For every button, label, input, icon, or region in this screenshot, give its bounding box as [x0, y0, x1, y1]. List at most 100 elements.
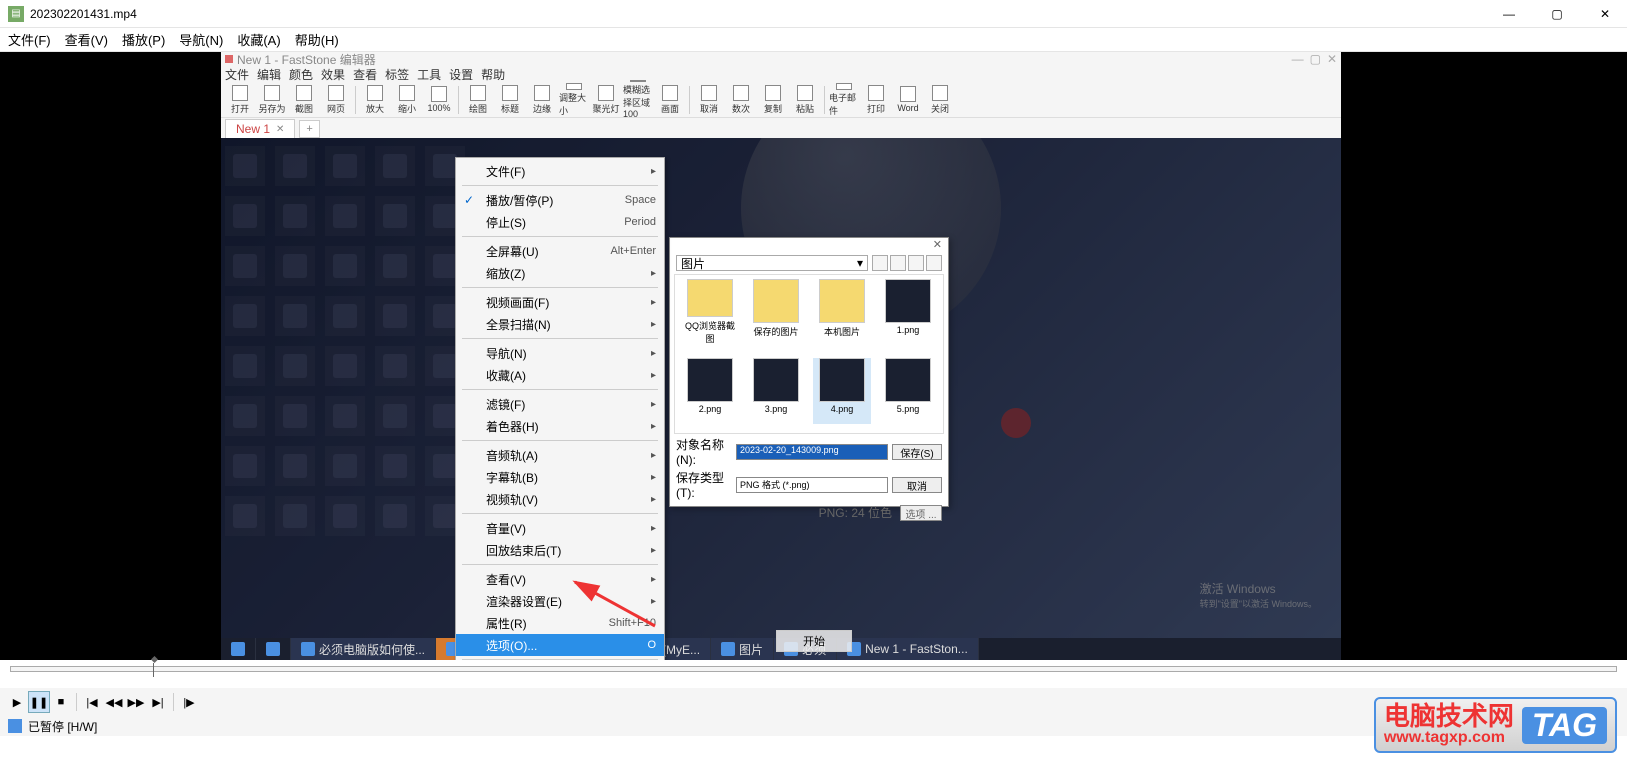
toolbar-item: 网页 — [321, 83, 351, 117]
menu-item[interactable]: 全景扫描(N)▸ — [456, 313, 664, 335]
minimize-button[interactable]: — — [1495, 4, 1523, 24]
inner-min-icon: — — [1292, 52, 1304, 66]
menu-item[interactable]: 视频轨(V)▸ — [456, 488, 664, 510]
toolbar-item: 打开 — [225, 83, 255, 117]
menu-item[interactable]: 查看(V)▸ — [456, 568, 664, 590]
toolbar-item: 数次 — [726, 83, 756, 117]
rewind-button[interactable]: ◀◀ — [103, 691, 125, 713]
taskbar-item: 图片 — [711, 638, 774, 660]
prev-start-button[interactable]: |◀ — [81, 691, 103, 713]
seek-playhead[interactable] — [153, 663, 154, 677]
forward-button[interactable]: ▶▶ — [125, 691, 147, 713]
toolbar-item: 电子邮件 — [829, 83, 859, 117]
menu-item[interactable]: 字幕轨(B)▸ — [456, 466, 664, 488]
seekbar[interactable] — [0, 660, 1627, 688]
tab-new-1: New 1 ✕ — [225, 119, 295, 138]
filetype-combo: PNG 格式 (*.png) — [736, 477, 888, 493]
pause-button[interactable]: ❚❚ — [28, 691, 50, 713]
menu-file[interactable]: 文件(F) — [8, 30, 51, 49]
menu-fav[interactable]: 收藏(A) — [237, 30, 280, 49]
inner-menu-4: 查看 — [353, 66, 377, 83]
seek-track[interactable] — [10, 666, 1617, 672]
file-item: 1.png — [879, 279, 937, 345]
taskbar-item — [256, 638, 291, 660]
toolbar-item: 另存为 — [257, 83, 287, 117]
menu-item[interactable]: 缩放(Z)▸ — [456, 262, 664, 284]
dialog-bottom: 对象名称(N): 2023-02-20_143009.png 保存(S) 保存类… — [670, 434, 948, 502]
png-info: PNG: 24 位色 — [819, 504, 892, 521]
filename-input: 2023-02-20_143009.png — [736, 444, 888, 460]
menu-view[interactable]: 查看(V) — [65, 30, 108, 49]
file-item: 5.png — [879, 358, 937, 424]
inner-app-icon — [225, 55, 233, 63]
inner-menu-6: 工具 — [417, 66, 441, 83]
nav-btn-3 — [908, 255, 924, 271]
menu-item[interactable]: 滤镜(F)▸ — [456, 393, 664, 415]
menu-item[interactable]: 停止(S)Period — [456, 211, 664, 233]
menu-item[interactable]: 属性(R)Shift+F10 — [456, 612, 664, 634]
file-item: QQ浏览器截图 — [681, 279, 739, 345]
framestep-button[interactable]: |▶ — [178, 691, 200, 713]
menu-item[interactable]: 音量(V)▸ — [456, 517, 664, 539]
stop-button[interactable]: ■ — [50, 691, 72, 713]
inner-menu-3: 效果 — [321, 66, 345, 83]
tab-label: New 1 — [236, 122, 270, 136]
toolbar-item: 粘贴 — [790, 83, 820, 117]
play-button[interactable]: ▶ — [6, 691, 28, 713]
status-text: 已暂停 [H/W] — [28, 718, 97, 735]
menu-item[interactable]: 选项(O)...O — [456, 634, 664, 656]
dialog-top: 图片▾ — [670, 252, 948, 274]
file-save-dialog: ✕ 图片▾ QQ浏览器截图保存的图片本机图片1.png2.png3.png4.p… — [669, 237, 949, 507]
menu-play[interactable]: 播放(P) — [122, 30, 165, 49]
inner-menubar: 文件 编辑 颜色 效果 查看 标签 工具 设置 帮助 — [221, 66, 1341, 82]
toolbar-item: 截图 — [289, 83, 319, 117]
next-end-button[interactable]: ▶| — [147, 691, 169, 713]
close-button[interactable]: ✕ — [1591, 4, 1619, 24]
file-item: 保存的图片 — [747, 279, 805, 345]
tab-add-button: + — [299, 120, 319, 138]
nav-btn-1 — [872, 255, 888, 271]
menu-item[interactable]: 文件(F)▸ — [456, 160, 664, 182]
filetype-label: 保存类型(T): — [676, 469, 732, 500]
menu-item[interactable]: 导航(N)▸ — [456, 342, 664, 364]
menu-nav[interactable]: 导航(N) — [179, 30, 223, 49]
inner-faststone-app: New 1 - FastStone 编辑器 —▢✕ 文件 编辑 颜色 效果 查看… — [221, 52, 1341, 660]
menu-help[interactable]: 帮助(H) — [295, 30, 339, 49]
menu-item[interactable]: 音频轨(A)▸ — [456, 444, 664, 466]
toolbar-item: 关闭 — [925, 83, 955, 117]
titlebar: ▤ 202302201431.mp4 — ▢ ✕ — [0, 0, 1627, 28]
file-item: 4.png — [813, 358, 871, 424]
inner-canvas: 激活 Windows 转到"设置"以激活 Windows。 文件(F)▸播放/暂… — [221, 138, 1341, 660]
start-button-overlay: 开始 — [776, 630, 852, 652]
menu-item[interactable]: 着色器(H)▸ — [456, 415, 664, 437]
save-button: 保存(S) — [892, 444, 942, 460]
toolbar-item: 放大 — [360, 83, 390, 117]
folder-combo-text: 图片 — [681, 255, 705, 272]
inner-close-icon: ✕ — [1327, 52, 1337, 66]
window-title: 202302201431.mp4 — [30, 7, 1495, 21]
dialog-nav-buttons — [872, 255, 942, 271]
menu-item[interactable]: 播放/暂停(P)Space — [456, 189, 664, 211]
toolbar-item: 调整大小 — [559, 83, 589, 117]
inner-toolbar: 打开另存为截图网页放大缩小100%绘图标题边缘调整大小聚光灯模糊选择区域100画… — [221, 82, 1341, 118]
watermark: 电脑技术网 www.tagxp.com TAG — [1374, 697, 1617, 753]
video-area: New 1 - FastStone 编辑器 —▢✕ 文件 编辑 颜色 效果 查看… — [0, 52, 1627, 660]
toolbar-item: 边缘 — [527, 83, 557, 117]
menu-item[interactable]: 渲染器设置(E)▸ — [456, 590, 664, 612]
menu-item[interactable]: 回放结束后(T)▸ — [456, 539, 664, 561]
folder-combo: 图片▾ — [676, 255, 868, 271]
maximize-button[interactable]: ▢ — [1543, 4, 1571, 24]
toolbar-item: 标题 — [495, 83, 525, 117]
taskbar-item: 必须电脑版如何使... — [291, 638, 436, 660]
app-icon: ▤ — [8, 6, 24, 22]
nav-btn-4 — [926, 255, 942, 271]
menu-item[interactable]: 收藏(A)▸ — [456, 364, 664, 386]
inner-menu-1: 编辑 — [257, 66, 281, 83]
menu-item[interactable]: 全屏幕(U)Alt+Enter — [456, 240, 664, 262]
toolbar-item: 模糊选择区域100 — [623, 83, 653, 117]
tab-close-icon: ✕ — [276, 124, 284, 135]
menu-item[interactable]: 视频画面(F)▸ — [456, 291, 664, 313]
toolbar-item: 绘图 — [463, 83, 493, 117]
inner-menu-2: 颜色 — [289, 66, 313, 83]
inner-menu-0: 文件 — [225, 66, 249, 83]
